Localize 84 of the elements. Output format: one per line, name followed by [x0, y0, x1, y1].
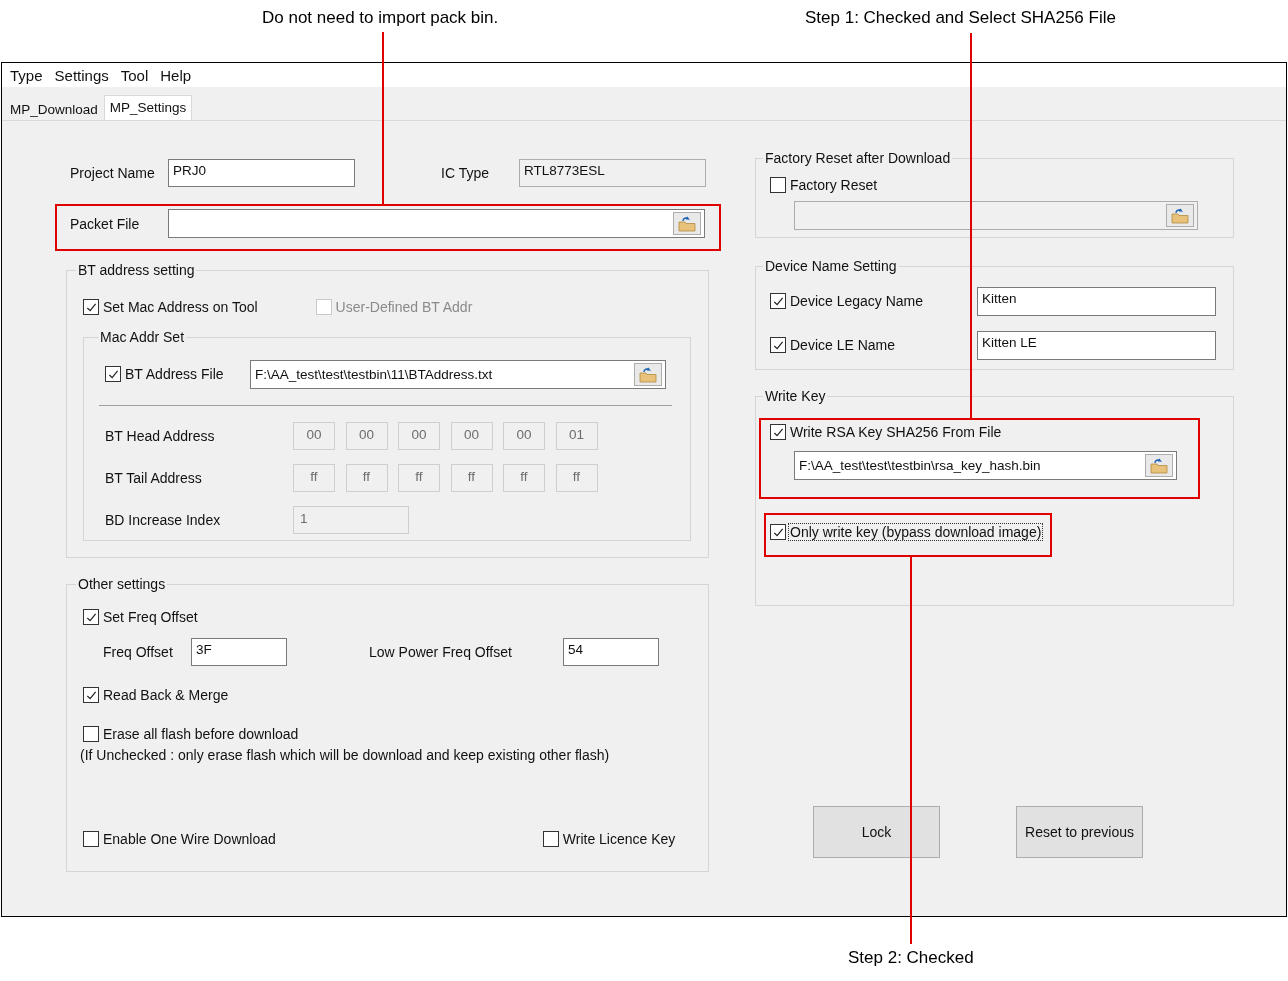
checkbox-label[interactable]: Set Mac Address on Tool	[102, 299, 259, 315]
byte-field[interactable]: ff	[345, 464, 388, 492]
group-title: Other settings	[77, 576, 167, 592]
checkbox[interactable]	[83, 687, 99, 703]
group-title: BT address setting	[77, 262, 196, 278]
folder-icon	[639, 366, 657, 383]
checkbox[interactable]	[770, 524, 786, 540]
callout-text: Step 2: Checked	[848, 948, 974, 968]
field-label: Low Power Freq Offset	[368, 644, 513, 660]
freq-offset-field[interactable]: 3F	[191, 638, 287, 666]
checkbox[interactable]	[83, 299, 99, 315]
group-title: Mac Addr Set	[99, 329, 186, 345]
rsa-key-file-field[interactable]: F:\AA_test\test\testbin\rsa_key_hash.bin	[794, 451, 1177, 480]
checkmark-icon	[85, 611, 97, 623]
checkbox[interactable]	[770, 337, 786, 354]
hint-text: (If Unchecked : only erase flash which will be download and keep existing other flash)	[80, 747, 611, 763]
byte-field[interactable]: 01	[555, 422, 598, 450]
menu-item[interactable]: Type	[4, 66, 49, 84]
byte-field[interactable]: 00	[450, 422, 493, 450]
byte-field[interactable]: ff	[293, 464, 335, 492]
field-label: BT Head Address	[105, 428, 216, 444]
checkmark-icon	[85, 689, 97, 701]
checkmark-icon	[772, 526, 784, 538]
byte-field[interactable]: ff	[503, 464, 545, 492]
byte-field[interactable]: 00	[345, 422, 388, 450]
checkbox[interactable]	[105, 366, 121, 383]
folder-icon	[1171, 207, 1189, 224]
checkbox[interactable]	[770, 424, 786, 440]
callout-text: Step 1: Checked and Select SHA256 File	[805, 8, 1116, 28]
low-power-freq-offset-field[interactable]: 54	[563, 638, 659, 666]
checkbox[interactable]	[83, 726, 99, 742]
callout-text: Do not need to import pack bin.	[262, 8, 499, 28]
push-button[interactable]: Reset to previous	[1016, 806, 1143, 858]
ic-type-field: RTL8773ESL	[519, 159, 706, 187]
field-label: Packet File	[70, 215, 141, 232]
byte-field[interactable]: 00	[503, 422, 545, 450]
menu-item[interactable]: Settings	[48, 66, 115, 84]
device-name-field[interactable]: Kitten	[977, 287, 1216, 316]
menu-item[interactable]: Help	[154, 66, 198, 84]
checkbox-label[interactable]: Erase all flash before download	[102, 726, 300, 742]
checkbox-label[interactable]: Device LE Name	[789, 337, 897, 354]
field-label: BT Tail Address	[105, 470, 203, 486]
packet-file-field[interactable]	[168, 209, 705, 238]
checkmark-icon	[772, 339, 784, 351]
checkbox-label[interactable]: Enable One Wire Download	[102, 831, 277, 847]
push-button[interactable]: Lock	[813, 806, 940, 858]
checkbox-label[interactable]: Write Licence Key	[561, 831, 677, 847]
device-name-field[interactable]: Kitten LE	[977, 331, 1216, 360]
tab[interactable]: MP_Settings	[103, 95, 193, 120]
checkbox-label[interactable]: Device Legacy Name	[789, 293, 925, 310]
checkbox-label[interactable]: Write RSA Key SHA256 From File	[789, 424, 1003, 440]
field-label: Freq Offset	[103, 644, 174, 660]
field-label: BD Increase Index	[105, 512, 222, 528]
checkbox-label[interactable]: Set Freq Offset	[102, 609, 199, 625]
folder-icon	[1150, 457, 1168, 474]
checkbox-label[interactable]: Factory Reset	[789, 177, 879, 193]
folder-icon	[678, 215, 696, 232]
checkbox-label[interactable]: Only write key (bypass download image)	[789, 524, 1043, 540]
checkmark-icon	[107, 368, 119, 380]
byte-field[interactable]: 00	[293, 422, 335, 450]
checkmark-icon	[772, 426, 784, 438]
menu-item[interactable]: Tool	[114, 66, 155, 84]
checkbox[interactable]	[770, 177, 786, 193]
byte-field[interactable]: ff	[450, 464, 493, 492]
group-title: Factory Reset after Download	[764, 150, 952, 166]
byte-field[interactable]: 00	[398, 422, 440, 450]
project-name-field[interactable]: PRJ0	[168, 159, 355, 187]
checkbox-label[interactable]: BT Address File	[124, 366, 225, 383]
field-label: Project Name	[70, 165, 156, 181]
byte-field[interactable]: ff	[555, 464, 598, 492]
checkbox[interactable]	[83, 609, 99, 625]
group-title: Device Name Setting	[764, 258, 898, 274]
checkbox[interactable]	[83, 831, 99, 847]
byte-field[interactable]: ff	[398, 464, 440, 492]
field-label: IC Type	[441, 165, 490, 181]
checkbox-label[interactable]: Read Back & Merge	[102, 687, 230, 703]
checkbox[interactable]	[542, 831, 559, 847]
tab[interactable]: MP_Download	[4, 98, 104, 120]
increase-index-field[interactable]: 1	[293, 506, 409, 534]
checkbox[interactable]	[770, 293, 786, 310]
group-title: Write Key	[764, 388, 827, 404]
checkmark-icon	[772, 295, 784, 307]
checkmark-icon	[85, 301, 97, 313]
bt-address-file-field[interactable]: F:\AA_test\test\testbin\11\BTAddress.txt	[250, 360, 666, 389]
